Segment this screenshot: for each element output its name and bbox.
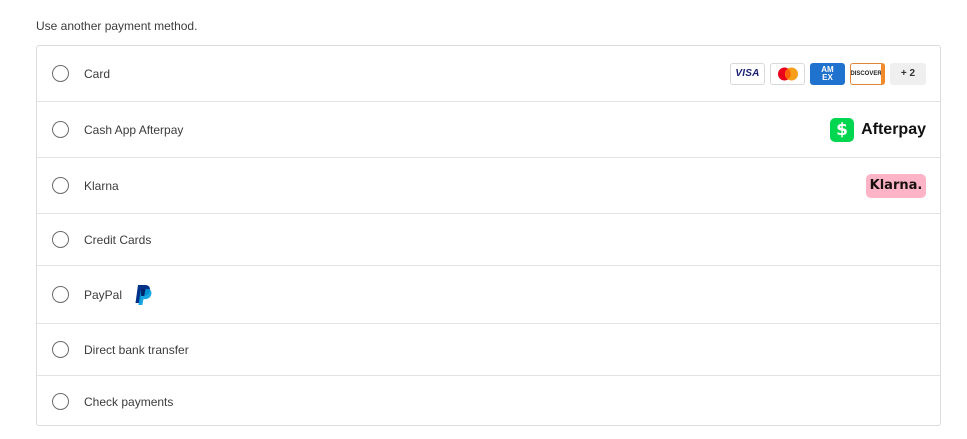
discover-logo: DISCOVER [850,62,885,85]
payment-option-cash-app-afterpay[interactable]: Cash App Afterpay $ Afterpay [37,102,940,158]
payment-option-card[interactable]: Card VISA AM EX DISCOVER + 2 [37,46,940,102]
afterpay-logo: $ Afterpay [830,117,926,142]
mastercard-logo [770,62,805,85]
amex-logo: AM EX [810,62,845,85]
card-brands: VISA AM EX DISCOVER + 2 [730,62,926,85]
payment-option-paypal[interactable]: PayPal [37,266,940,324]
paypal-radio[interactable] [52,286,69,303]
afterpay-radio[interactable] [52,121,69,138]
visa-logo-text: VISA [735,68,760,79]
check-payments-label: Check payments [84,394,174,409]
discover-logo-text: DISCOVER [850,70,882,77]
paypal-icon [135,284,152,305]
check-payments-radio[interactable] [52,393,69,410]
cash-app-icon: $ [830,117,855,142]
visa-logo: VISA [730,62,765,85]
afterpay-label: Cash App Afterpay [84,122,184,137]
klarna-label: Klarna [84,178,119,193]
payment-methods-list: Card VISA AM EX DISCOVER + 2 Cash App Af… [36,45,941,426]
payment-intro-text: Use another payment method. [36,19,198,33]
bank-transfer-label: Direct bank transfer [84,342,189,357]
bank-transfer-radio[interactable] [52,341,69,358]
credit-cards-label: Credit Cards [84,232,152,247]
card-label: Card [84,66,111,81]
amex-logo-line2: EX [822,72,833,82]
card-radio[interactable] [52,65,69,82]
credit-cards-radio[interactable] [52,231,69,248]
mastercard-icon [777,67,798,80]
paypal-label: PayPal [84,287,123,302]
payment-option-credit-cards[interactable]: Credit Cards [37,214,940,266]
payment-option-direct-bank-transfer[interactable]: Direct bank transfer [37,324,940,376]
klarna-logo: Klarna. [866,173,926,198]
payment-option-check-payments[interactable]: Check payments [37,376,940,425]
klarna-radio[interactable] [52,177,69,194]
afterpay-logo-text: Afterpay [861,120,926,138]
more-brands-badge: + 2 [890,62,926,85]
payment-option-klarna[interactable]: Klarna Klarna. [37,158,940,214]
